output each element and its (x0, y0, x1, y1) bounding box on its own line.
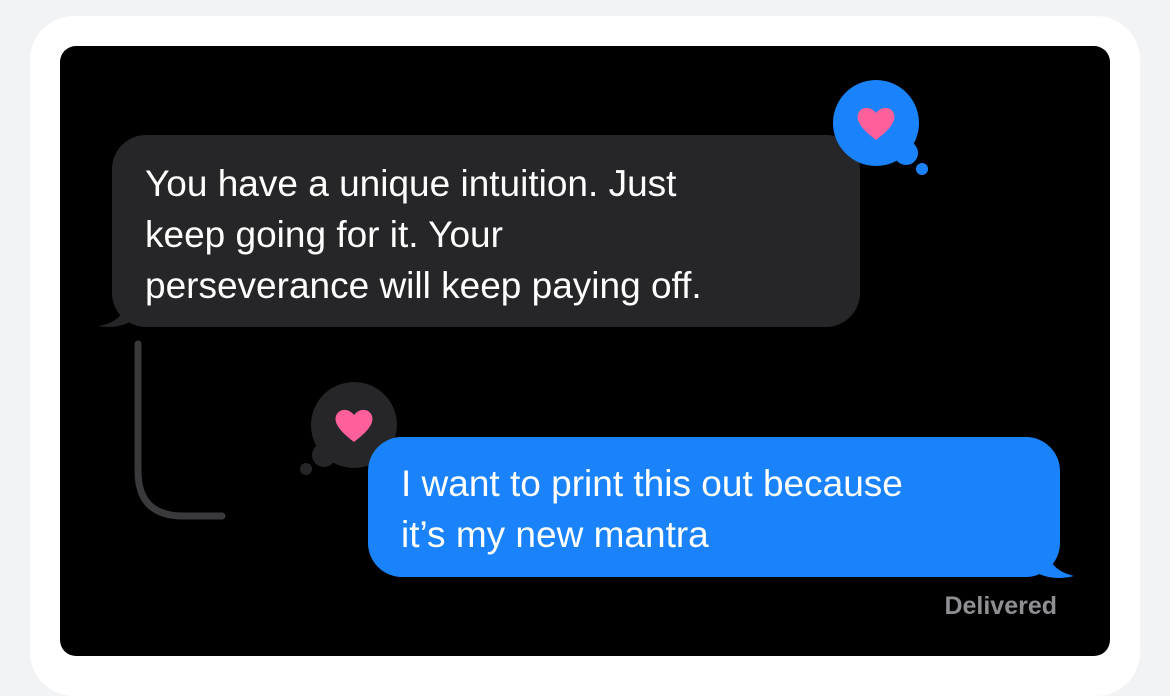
delivered-status: Delivered (944, 592, 1057, 620)
message-thread: You have a unique intuition. Just keep g… (60, 46, 1110, 656)
outgoing-message-text: I want to print this out because it’s my… (401, 463, 903, 555)
incoming-heart-reaction[interactable] (830, 76, 940, 176)
outgoing-message-bubble[interactable]: I want to print this out because it’s my… (368, 437, 1060, 577)
incoming-bubble-tail (98, 296, 138, 327)
incoming-message-bubble[interactable]: You have a unique intuition. Just keep g… (112, 135, 860, 327)
incoming-message-text: You have a unique intuition. Just keep g… (145, 163, 702, 306)
outgoing-bubble-tail (1032, 546, 1074, 578)
